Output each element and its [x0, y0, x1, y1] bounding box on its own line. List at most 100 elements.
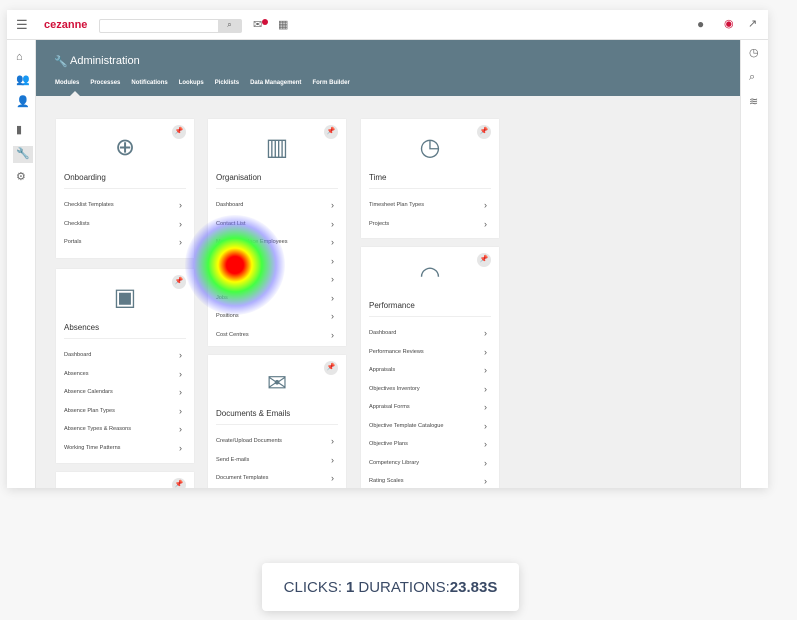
- clicks-label: CLICKS:: [283, 578, 343, 596]
- link-label: Send E-mails: [216, 456, 250, 463]
- calendar-x-icon: ▣: [113, 284, 137, 311]
- calendar-icon[interactable]: ▦: [278, 20, 288, 31]
- tab-lookups[interactable]: Lookups: [179, 80, 204, 86]
- chevron-right-icon: ›: [484, 365, 487, 376]
- card-title: Onboarding: [64, 173, 106, 182]
- card-link[interactable]: Cost Centres ›: [216, 326, 334, 345]
- clicks-value: 1: [346, 578, 355, 596]
- tab-data-management[interactable]: Data Management: [250, 80, 301, 86]
- link-label: Checklists: [64, 220, 90, 227]
- card-link[interactable]: Dashboard ›: [64, 346, 182, 365]
- link-label: Projects: [369, 220, 390, 227]
- user-plus-icon: ⊕: [114, 134, 136, 161]
- wrench-icon: 🔧: [54, 56, 68, 68]
- menu-icon[interactable]: ☰: [16, 18, 28, 31]
- card-title: Absences: [64, 323, 100, 332]
- card-link[interactable]: Checklist Templates ›: [64, 196, 182, 215]
- card-title: Organisation: [216, 173, 262, 182]
- chevron-right-icon: ›: [331, 473, 334, 484]
- chevron-right-icon: ›: [484, 420, 487, 431]
- chevron-right-icon: ›: [484, 402, 487, 413]
- gauge-icon: ◠: [419, 262, 441, 289]
- buildings-icon: ▥: [265, 134, 289, 161]
- card-link[interactable]: Competency Library ›: [369, 454, 487, 473]
- tab-modules[interactable]: Modules: [55, 80, 79, 86]
- tab-picklists[interactable]: Picklists: [215, 80, 239, 86]
- mail-icon[interactable]: ✉: [253, 20, 262, 31]
- card-link[interactable]: Checklists ›: [64, 215, 182, 234]
- tab-bar: Modules Processes Notifications Lookups …: [55, 80, 350, 86]
- external-icon[interactable]: ↗: [748, 19, 757, 30]
- tab-form-builder[interactable]: Form Builder: [312, 80, 349, 86]
- divider: [64, 338, 186, 339]
- tab-notifications[interactable]: Notifications: [131, 80, 167, 86]
- chevron-right-icon: ›: [179, 350, 182, 361]
- link-label: Absence Plan Types: [64, 407, 115, 414]
- search-icon[interactable]: ⌕: [749, 72, 755, 83]
- chevron-right-icon: ›: [331, 329, 334, 340]
- search-input[interactable]: ⌕: [99, 19, 242, 33]
- card-link[interactable]: Send E-mails ›: [216, 451, 334, 470]
- chevron-right-icon: ›: [331, 292, 334, 303]
- chevron-right-icon: ›: [179, 237, 182, 248]
- card-link[interactable]: Objective Plans ›: [369, 435, 487, 454]
- settings-icon[interactable]: ◉: [724, 19, 734, 30]
- chevron-right-icon: ›: [484, 383, 487, 394]
- chevron-right-icon: ›: [331, 311, 334, 322]
- card-link[interactable]: Document Templates ›: [216, 469, 334, 488]
- chevron-right-icon: ›: [179, 387, 182, 398]
- wrench-icon[interactable]: 🔧: [13, 146, 33, 163]
- avatar[interactable]: ●: [697, 18, 704, 30]
- page-title: Administration: [70, 55, 140, 67]
- card-link[interactable]: Absence Plan Types ›: [64, 402, 182, 421]
- module-card-documents-emails: 📌 ✉ Documents & Emails Create/Upload Doc…: [208, 355, 346, 488]
- card-link[interactable]: Working Time Patterns ›: [64, 439, 182, 458]
- card-link[interactable]: Absences ›: [64, 365, 182, 384]
- users-icon[interactable]: 👥: [16, 75, 30, 86]
- card-link[interactable]: Objectives Inventory ›: [369, 380, 487, 399]
- chevron-right-icon: ›: [484, 346, 487, 357]
- card-link[interactable]: Performance Reviews ›: [369, 343, 487, 362]
- card-link[interactable]: Dashboard ›: [216, 196, 334, 215]
- link-label: Working Time Patterns: [64, 444, 121, 451]
- gear-icon[interactable]: ⚙: [16, 172, 26, 183]
- card-link[interactable]: Rating Scales ›: [369, 472, 487, 488]
- chevron-right-icon: ›: [179, 442, 182, 453]
- link-label: Absences: [64, 370, 89, 377]
- card-link[interactable]: Objective Template Catalogue ›: [369, 417, 487, 436]
- chevron-right-icon: ›: [484, 200, 487, 211]
- card-link[interactable]: Portals ›: [64, 233, 182, 252]
- module-card-performance: 📌 ◠ Performance Dashboard › Performance Re…: [361, 247, 499, 488]
- chevron-right-icon: ›: [331, 200, 334, 211]
- link-label: Create/Upload Documents: [216, 438, 282, 445]
- clock-icon[interactable]: ◷: [749, 48, 759, 59]
- chevron-right-icon: ›: [179, 368, 182, 379]
- home-icon[interactable]: ⌂: [16, 52, 23, 63]
- link-label: Rating Scales: [369, 478, 404, 485]
- card-link[interactable]: Absence Types & Reasons ›: [64, 420, 182, 439]
- card-title: Documents & Emails: [216, 409, 291, 418]
- link-label: Absence Types & Reasons: [64, 426, 132, 433]
- card-link[interactable]: Create/Upload Documents ›: [216, 432, 334, 451]
- chart-icon[interactable]: ▮: [16, 125, 22, 136]
- module-card-onboarding: 📌 ⊕ Onboarding Checklist Templates › Check…: [56, 119, 194, 258]
- link-label: Objectives Inventory: [369, 385, 420, 392]
- card-link[interactable]: Appraisal Forms ›: [369, 398, 487, 417]
- pin-icon[interactable]: 📌: [172, 478, 186, 488]
- durations-label: DURATIONS:: [358, 578, 450, 596]
- card-link[interactable]: Documents›: [216, 488, 334, 489]
- card-link[interactable]: Dashboard ›: [369, 324, 487, 343]
- link-label: Dashboard: [369, 330, 397, 337]
- card-link[interactable]: Timesheet Plan Types ›: [369, 196, 487, 215]
- module-card-partial: 📌: [56, 472, 194, 488]
- click-heatmap: [185, 215, 285, 315]
- search-button[interactable]: ⌕: [218, 20, 241, 32]
- card-link[interactable]: Appraisals ›: [369, 361, 487, 380]
- user-icon[interactable]: 👤: [16, 97, 30, 108]
- layers-icon[interactable]: ≋: [749, 97, 758, 108]
- card-link[interactable]: Absence Calendars ›: [64, 383, 182, 402]
- card-link[interactable]: Projects ›: [369, 215, 487, 234]
- logo[interactable]: cezanne: [44, 19, 87, 31]
- card-title: Performance: [369, 301, 415, 310]
- tab-processes[interactable]: Processes: [90, 80, 120, 86]
